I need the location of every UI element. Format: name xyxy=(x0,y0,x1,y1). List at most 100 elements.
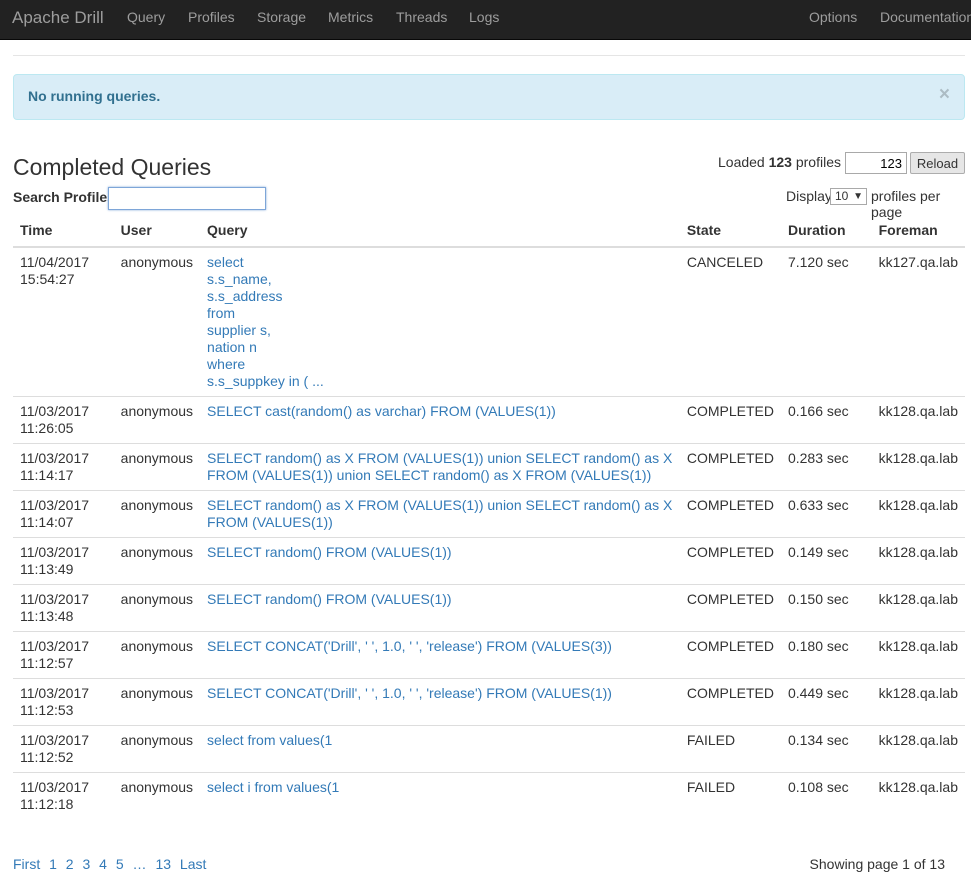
page-link-4[interactable]: 4 xyxy=(99,856,107,872)
search-input[interactable] xyxy=(108,187,266,210)
table-row: 11/03/2017 11:12:53 anonymous SELECT CONC… xyxy=(13,678,965,726)
query-link[interactable]: SELECT random() as X FROM (VALUES(1)) un… xyxy=(207,450,672,483)
loaded-prefix: Loaded xyxy=(718,154,769,170)
table-row: 11/03/2017 11:12:57 anonymous SELECT CONC… xyxy=(13,631,965,679)
duration-cell: 0.449 sec xyxy=(780,678,872,726)
foreman-cell: kk128.qa.lab xyxy=(871,490,965,538)
query-cell: select s.s_name, s.s_address from suppli… xyxy=(200,247,680,397)
display-label: Display xyxy=(786,188,832,204)
query-link[interactable]: select i from values(1 xyxy=(207,779,339,795)
duration-cell: 0.150 sec xyxy=(780,584,872,632)
close-icon[interactable]: × xyxy=(939,85,950,104)
state-cell: COMPLETED xyxy=(679,678,781,726)
date-text: 11/03/2017 xyxy=(20,591,90,607)
foreman-cell: kk128.qa.lab xyxy=(871,584,965,632)
duration-cell: 0.180 sec xyxy=(780,631,872,679)
nav-metrics[interactable]: Metrics xyxy=(328,9,373,25)
page-first-link[interactable]: First xyxy=(13,856,40,872)
query-line: s.s_name, xyxy=(207,271,272,287)
header-foreman[interactable]: Foreman xyxy=(871,214,965,248)
query-cell: SELECT random() as X FROM (VALUES(1)) un… xyxy=(200,490,680,538)
nav-query[interactable]: Query xyxy=(127,9,165,25)
date-text: 11/03/2017 xyxy=(20,685,90,701)
page-link-3[interactable]: 3 xyxy=(82,856,90,872)
date-text: 11/03/2017 xyxy=(20,779,90,795)
nav-threads[interactable]: Threads xyxy=(396,9,447,25)
time-text: 15:54:27 xyxy=(20,271,75,287)
table-row: 11/03/2017 11:14:17 anonymous SELECT rand… xyxy=(13,443,965,491)
query-link[interactable]: SELECT CONCAT('Drill', ' ', 1.0, ' ', 'r… xyxy=(207,638,612,654)
query-cell: select i from values(1 xyxy=(200,772,680,819)
query-line: from xyxy=(207,305,236,321)
chevron-down-icon: ▼ xyxy=(853,191,863,202)
nav-logs[interactable]: Logs xyxy=(469,9,499,25)
loaded-profiles-text: Loaded 123 profiles xyxy=(718,154,841,170)
page-size-value: 10 xyxy=(835,189,849,203)
date-text: 11/03/2017 xyxy=(20,732,90,748)
duration-cell: 0.134 sec xyxy=(780,725,872,773)
time-cell: 11/03/2017 11:26:05 xyxy=(13,396,114,444)
table-row: 11/03/2017 11:13:49 anonymous SELECT rand… xyxy=(13,537,965,585)
header-state[interactable]: State xyxy=(679,214,781,248)
header-user[interactable]: User xyxy=(113,214,201,248)
query-cell: SELECT CONCAT('Drill', ' ', 1.0, ' ', 'r… xyxy=(200,631,680,679)
page-size-select[interactable]: 10 ▼ xyxy=(830,188,867,205)
foreman-cell: kk127.qa.lab xyxy=(878,254,958,270)
date-text: 11/03/2017 xyxy=(20,403,90,419)
nav-storage[interactable]: Storage xyxy=(257,9,306,25)
query-cell: SELECT random() FROM (VALUES(1)) xyxy=(200,584,680,632)
query-line: s.s_suppkey in ( ... xyxy=(207,373,324,389)
header-query[interactable]: Query xyxy=(200,214,680,248)
table-row: 11/03/2017 11:12:52 anonymous select from… xyxy=(13,725,965,773)
page-link-13[interactable]: 13 xyxy=(155,856,171,872)
foreman-cell: kk128.qa.lab xyxy=(871,772,965,819)
profile-count-input[interactable] xyxy=(845,152,907,174)
nav-documentation[interactable]: Documentation xyxy=(880,9,971,25)
duration-cell: 0.149 sec xyxy=(780,537,872,585)
query-link[interactable]: SELECT CONCAT('Drill', ' ', 1.0, ' ', 'r… xyxy=(207,685,612,701)
duration-cell: 0.166 sec xyxy=(780,396,872,444)
query-cell: select from values(1 xyxy=(200,725,680,773)
header-time[interactable]: Time xyxy=(13,214,114,248)
divider xyxy=(13,55,965,56)
table-row: 11/04/2017 15:54:27 anonymous select s.s_… xyxy=(13,247,965,397)
query-link[interactable]: select s.s_name, s.s_address from suppli… xyxy=(207,254,673,390)
foreman-cell: kk128.qa.lab xyxy=(871,396,965,444)
reload-button[interactable]: Reload xyxy=(910,152,965,174)
page-link-1[interactable]: 1 xyxy=(49,856,57,872)
page-ellipsis: … xyxy=(132,856,147,872)
nav-options[interactable]: Options xyxy=(809,9,857,25)
state-cell: COMPLETED xyxy=(679,490,781,538)
nav-profiles[interactable]: Profiles xyxy=(188,9,235,25)
date-text: 11/03/2017 xyxy=(20,450,90,466)
time-cell: 11/03/2017 11:14:17 xyxy=(13,443,114,491)
query-link[interactable]: SELECT random() as X FROM (VALUES(1)) un… xyxy=(207,497,672,530)
time-text: 11:13:48 xyxy=(20,608,74,624)
time-cell: 11/03/2017 11:12:57 xyxy=(13,631,114,679)
table-row: 11/03/2017 11:12:18 anonymous select i fr… xyxy=(13,772,965,819)
duration-cell: 7.120 sec xyxy=(787,254,849,270)
user-cell: anonymous xyxy=(113,772,201,819)
header-duration[interactable]: Duration xyxy=(780,214,872,248)
page-link-2[interactable]: 2 xyxy=(66,856,74,872)
time-cell: 11/03/2017 11:12:18 xyxy=(13,772,114,819)
time-text: 11:13:49 xyxy=(20,561,74,577)
query-cell: SELECT CONCAT('Drill', ' ', 1.0, ' ', 'r… xyxy=(200,678,680,726)
state-cell: COMPLETED xyxy=(679,443,781,491)
query-link[interactable]: select from values(1 xyxy=(207,732,332,748)
brand-link[interactable]: Apache Drill xyxy=(12,8,104,28)
table-row: 11/03/2017 11:14:07 anonymous SELECT rand… xyxy=(13,490,965,538)
time-text: 11:12:57 xyxy=(20,655,74,671)
page-link-5[interactable]: 5 xyxy=(116,856,124,872)
date-text: 11/03/2017 xyxy=(20,544,90,560)
query-link[interactable]: SELECT cast(random() as varchar) FROM (V… xyxy=(207,403,556,419)
time-cell: 11/03/2017 11:13:49 xyxy=(13,537,114,585)
page-last-link[interactable]: Last xyxy=(180,856,206,872)
query-link[interactable]: SELECT random() FROM (VALUES(1)) xyxy=(207,544,452,560)
date-text: 11/03/2017 xyxy=(20,638,90,654)
query-link[interactable]: SELECT random() FROM (VALUES(1)) xyxy=(207,591,452,607)
time-cell: 11/03/2017 11:13:48 xyxy=(13,584,114,632)
user-cell: anonymous xyxy=(113,396,201,444)
query-line: s.s_address xyxy=(207,288,283,304)
pagination: First 1 2 3 4 5 … 13 Last xyxy=(13,856,211,872)
